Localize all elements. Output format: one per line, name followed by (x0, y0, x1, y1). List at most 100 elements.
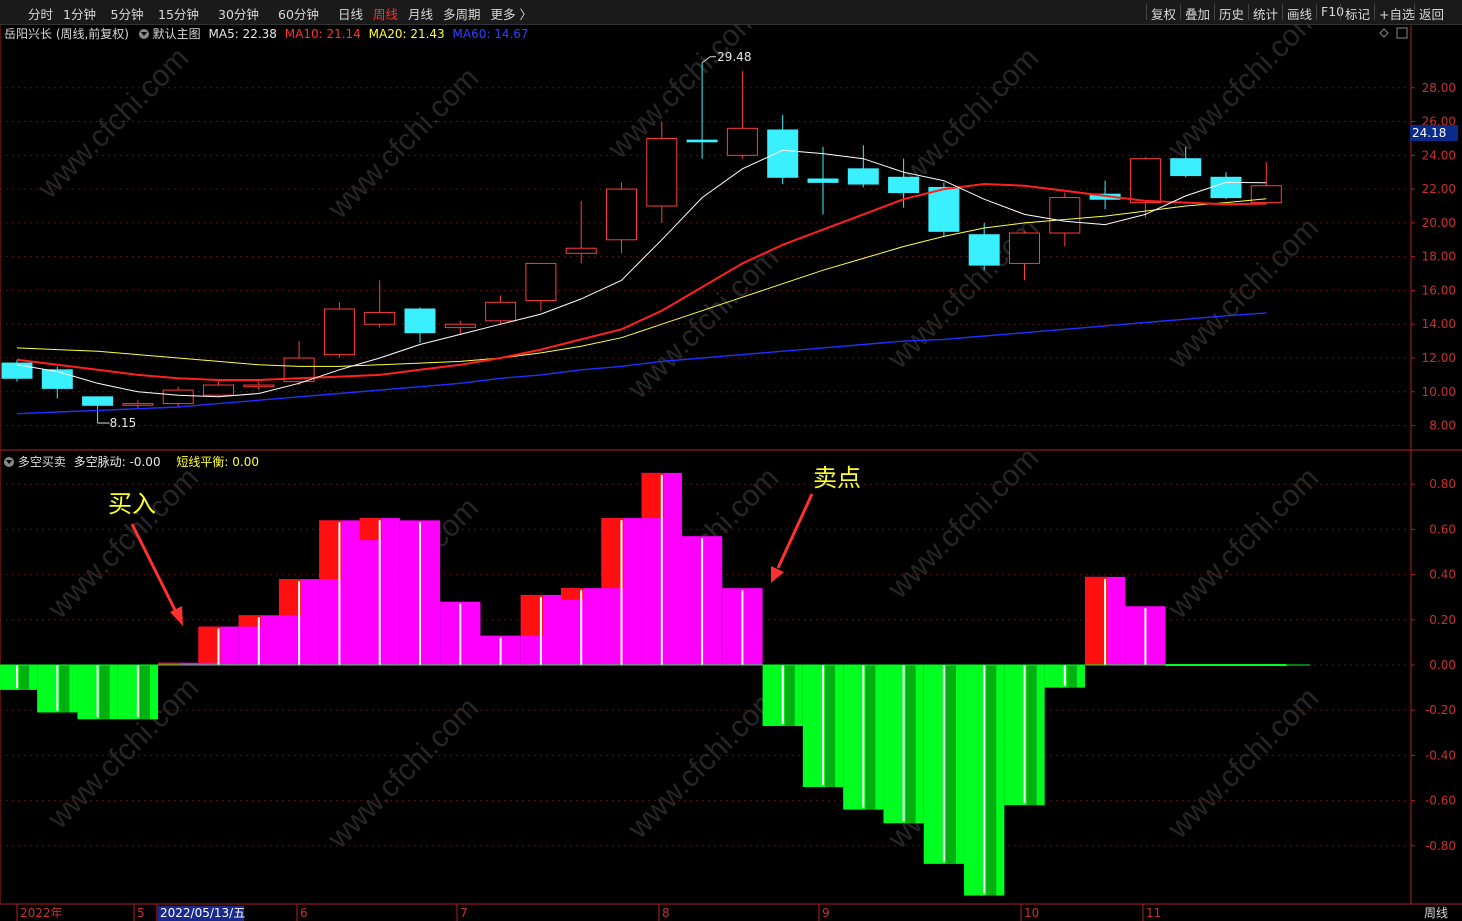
period-tab-3[interactable]: 15分钟 (158, 4, 199, 23)
indicator-tick-label: 0.80 (1429, 477, 1456, 491)
sell-arrow-line (776, 493, 814, 569)
price-tick-label: 22.00 (1422, 182, 1456, 196)
indicator-tick-label: -0.20 (1425, 703, 1456, 717)
buy-arrow-line (130, 523, 178, 613)
indicator-dropdown-icon[interactable] (4, 457, 14, 467)
candle-body (444, 323, 476, 329)
template-dropdown-icon[interactable] (138, 29, 149, 39)
panel-settings-icon (1379, 28, 1389, 38)
toolbar-divider (1414, 4, 1415, 20)
candle-body (82, 396, 114, 406)
candle-body (1009, 232, 1040, 264)
toolbar-divider (1316, 4, 1317, 20)
tool-button-7[interactable]: +自选 (1379, 4, 1414, 23)
tool-button-6[interactable]: 标记 (1345, 4, 1370, 23)
candle-body (525, 262, 557, 302)
tool-button-2[interactable]: 历史 (1219, 4, 1244, 23)
indicator-tick-label: 0.40 (1429, 568, 1456, 582)
candle-body (807, 178, 839, 183)
template-name[interactable]: 默认主图 (153, 27, 201, 41)
indicator-bar-edge (359, 518, 382, 541)
candle-body (1049, 197, 1081, 234)
watermark-text: www.cfchi.com (31, 41, 195, 205)
candle-body (847, 168, 879, 185)
indicator-bar-shade (945, 665, 956, 864)
watermark-text: www.cfchi.com (621, 241, 785, 405)
period-tab-5[interactable]: 60分钟 (278, 4, 319, 23)
period-label: 周线 (1424, 906, 1448, 920)
price-tick-label: 20.00 (1422, 216, 1456, 230)
indicator-bar-edge (520, 594, 543, 636)
time-axis-label: 7 (460, 906, 468, 920)
balance-value: 短线平衡: 0.00 (176, 455, 259, 469)
price-tick-label: 16.00 (1422, 283, 1456, 297)
candle-body (726, 127, 758, 156)
indicator-bar-shade (99, 665, 110, 720)
candle-body (485, 301, 517, 322)
price-tick-label: 18.00 (1422, 250, 1456, 264)
candle-body (41, 369, 73, 389)
panel-maximize-icon (1396, 27, 1408, 39)
time-axis-label: 6 (300, 906, 308, 920)
tool-button-1[interactable]: 叠加 (1185, 4, 1210, 23)
indicator-name[interactable]: 多空买卖 (18, 455, 66, 469)
candle-body (1170, 158, 1202, 177)
indicator-bar-edge (319, 520, 342, 580)
indicator-bar-shade (1026, 665, 1037, 806)
indicator-bar-shade (139, 665, 150, 720)
price-tick-label: 12.00 (1422, 351, 1456, 365)
candle-body (606, 188, 637, 241)
main-chart-header: 岳阳兴长 (周线,前复权) 默认主图 MA5: 22.38 MA10: 21.1… (4, 25, 529, 42)
period-tab-7[interactable]: 周线 (373, 4, 398, 23)
period-tab-1[interactable]: 1分钟 (63, 4, 96, 23)
price-tick-label: 10.00 (1422, 385, 1456, 399)
candle-body (404, 308, 436, 334)
candle-body (323, 308, 355, 356)
pulse-value: 多空脉动: -0.00 (73, 455, 161, 469)
indicator-header: 多空买卖 多空脉动: -0.00 短线平衡: 0.00 (4, 453, 259, 470)
toolbar-divider (1248, 4, 1249, 20)
candle-body (122, 403, 154, 406)
period-tab-6[interactable]: 日线 (338, 4, 363, 23)
period-tab-4[interactable]: 30分钟 (218, 4, 259, 23)
ma10-label: MA10: 21.14 (284, 27, 361, 41)
time-axis-label: 11 (1146, 906, 1161, 920)
tool-button-3[interactable]: 统计 (1253, 4, 1278, 23)
indicator-bar-shade (59, 665, 70, 713)
period-tab-8[interactable]: 月线 (408, 4, 433, 23)
toolbar-divider (1282, 4, 1283, 20)
watermark-text: www.cfchi.com (321, 691, 485, 855)
indicator-bar-shade (19, 665, 30, 690)
candle-body (1, 362, 33, 379)
period-tab-9[interactable]: 多周期 (443, 4, 481, 23)
time-axis-label: 2022/05/13/五 (160, 906, 245, 920)
current-price-marker: 24.18 (1410, 125, 1458, 141)
watermark-text: www.cfchi.com (1161, 211, 1325, 375)
indicator-bar-edge (601, 518, 624, 589)
toolbar-divider (1374, 4, 1375, 20)
tool-button-8[interactable]: 返回 (1419, 4, 1444, 23)
toolbar-divider (1146, 4, 1147, 20)
indicator-tick-label: -0.60 (1425, 794, 1456, 808)
candle-body (243, 384, 275, 388)
candle-body (203, 384, 234, 396)
watermark-text: www.cfchi.com (1161, 681, 1325, 845)
indicator-bar-shade (784, 665, 795, 727)
tool-button-0[interactable]: 复权 (1151, 4, 1176, 23)
period-tab-10[interactable]: 更多 〉 (491, 4, 532, 23)
buy-annotation: 买入 (108, 490, 156, 518)
indicator-bar-edge (641, 472, 664, 519)
time-axis-label: 10 (1024, 906, 1039, 920)
tool-button-4[interactable]: 画线 (1287, 4, 1312, 23)
indicator-bar-edge (198, 626, 221, 663)
period-tab-0[interactable]: 分时 (28, 4, 53, 23)
stock-title: 岳阳兴长 (周线,前复权) (4, 27, 129, 41)
indicator-bar-shade (905, 665, 916, 824)
indicator-bar-edge (1084, 576, 1108, 665)
price-tick-label: 14.00 (1422, 317, 1456, 331)
indicator-tick-label: -0.80 (1425, 839, 1456, 853)
period-tab-2[interactable]: 5分钟 (111, 4, 144, 23)
candle-body (1129, 158, 1161, 204)
candle-body (767, 129, 799, 178)
high-price-label: 29.48 (717, 50, 751, 64)
